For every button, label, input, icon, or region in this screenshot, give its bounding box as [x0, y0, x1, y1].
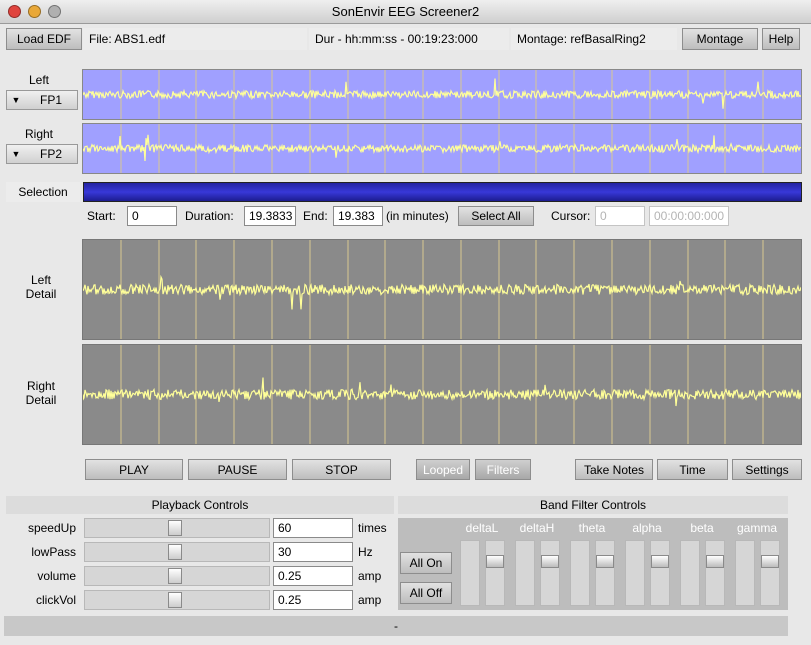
- band-slider-thumb-alpha[interactable]: [651, 555, 669, 568]
- take-notes-button[interactable]: Take Notes: [575, 459, 653, 480]
- right-detail-panel[interactable]: [82, 344, 802, 445]
- duration-display: Dur - hh:mm:ss - 00:19:23:000: [309, 28, 509, 50]
- slider-thumb-speedUp[interactable]: [168, 520, 182, 536]
- band-slider-thumb-theta[interactable]: [596, 555, 614, 568]
- montage-display: Montage: refBasalRing2: [511, 28, 677, 50]
- duration-input[interactable]: 19.3833: [244, 206, 296, 226]
- help-button[interactable]: Help: [762, 28, 800, 50]
- band-slider-thumb-deltaH[interactable]: [541, 555, 559, 568]
- left-detail-panel[interactable]: [82, 239, 802, 340]
- unit-label-clickVol: amp: [358, 593, 382, 607]
- value-input-clickVol[interactable]: 0.25: [273, 590, 353, 610]
- stop-button[interactable]: STOP: [292, 459, 391, 480]
- start-input[interactable]: 0: [127, 206, 177, 226]
- chevron-down-icon: ▼: [11, 95, 21, 105]
- load-edf-button[interactable]: Load EDF: [6, 28, 82, 50]
- all-off-button[interactable]: All Off: [400, 582, 452, 604]
- unit-label-speedUp: times: [358, 521, 387, 535]
- band-label-beta: beta: [690, 521, 714, 535]
- eeg-signal-trace: [83, 134, 801, 162]
- left-overview-panel[interactable]: [82, 69, 802, 120]
- band-label-alpha: alpha: [632, 521, 662, 535]
- units-label: (in minutes): [386, 209, 449, 223]
- montage-button[interactable]: Montage: [682, 28, 758, 50]
- selection-range-bar[interactable]: [83, 182, 802, 202]
- end-input[interactable]: 19.383: [333, 206, 383, 226]
- playback-controls-title: Playback Controls: [6, 496, 394, 514]
- value-input-lowPass[interactable]: 30: [273, 542, 353, 562]
- eeg-signal-trace: [83, 78, 801, 109]
- band-slider-high-theta[interactable]: [595, 540, 615, 606]
- band-slider-high-alpha[interactable]: [650, 540, 670, 606]
- slider-thumb-lowPass[interactable]: [168, 544, 182, 560]
- right-channel-value: FP2: [39, 147, 62, 161]
- left-channel-value: FP1: [39, 93, 62, 107]
- right-overview-panel[interactable]: [82, 123, 802, 174]
- end-label: End:: [303, 209, 328, 223]
- settings-button[interactable]: Settings: [732, 459, 802, 480]
- band-slider-thumb-gamma[interactable]: [761, 555, 779, 568]
- band-slider-low-deltaH[interactable]: [515, 540, 535, 606]
- unit-label-lowPass: Hz: [358, 545, 373, 559]
- start-label: Start:: [87, 209, 116, 223]
- band-label-deltaH: deltaH: [519, 521, 555, 535]
- playback-label-clickVol: clickVol: [8, 590, 80, 610]
- window-title: SonEnvir EEG Screener2: [331, 4, 480, 19]
- value-input-speedUp[interactable]: 60: [273, 518, 353, 538]
- value-input-volume[interactable]: 0.25: [273, 566, 353, 586]
- band-slider-low-alpha[interactable]: [625, 540, 645, 606]
- right-detail-label: Right Detail: [25, 379, 57, 407]
- duration-label: Duration:: [185, 209, 234, 223]
- cursor-input[interactable]: 0: [595, 206, 645, 226]
- pause-button[interactable]: PAUSE: [188, 459, 287, 480]
- time-button[interactable]: Time: [657, 459, 728, 480]
- left-detail-label: Left Detail: [25, 273, 57, 301]
- cursor-time-display: 00:00:00:000: [649, 206, 729, 226]
- file-display: File: ABS1.edf: [83, 28, 307, 50]
- looped-toggle[interactable]: Looped: [416, 459, 470, 480]
- band-slider-low-gamma[interactable]: [735, 540, 755, 606]
- band-slider-high-deltaL[interactable]: [485, 540, 505, 606]
- playback-label-volume: volume: [8, 566, 80, 586]
- eeg-signal-trace: [83, 274, 801, 310]
- selection-label: Selection: [6, 182, 80, 202]
- slider-thumb-clickVol[interactable]: [168, 592, 182, 608]
- band-slider-low-beta[interactable]: [680, 540, 700, 606]
- band-slider-thumb-deltaL[interactable]: [486, 555, 504, 568]
- slider-thumb-volume[interactable]: [168, 568, 182, 584]
- band-slider-high-beta[interactable]: [705, 540, 725, 606]
- band-slider-low-deltaL[interactable]: [460, 540, 480, 606]
- left-detail-waveform: [83, 240, 801, 339]
- playback-label-speedUp: speedUp: [8, 518, 80, 538]
- band-slider-high-gamma[interactable]: [760, 540, 780, 606]
- select-all-button[interactable]: Select All: [458, 206, 534, 226]
- all-on-button[interactable]: All On: [400, 552, 452, 574]
- play-button[interactable]: PLAY: [85, 459, 183, 480]
- band-slider-low-theta[interactable]: [570, 540, 590, 606]
- unit-label-volume: amp: [358, 569, 382, 583]
- band-slider-thumb-beta[interactable]: [706, 555, 724, 568]
- right-label: Right: [24, 127, 53, 141]
- right-overview-waveform: [83, 124, 801, 173]
- left-label: Left: [28, 73, 49, 87]
- eeg-signal-trace: [83, 377, 801, 407]
- band-filter-title: Band Filter Controls: [398, 496, 788, 514]
- chevron-down-icon: ▼: [11, 149, 21, 159]
- cursor-label: Cursor:: [551, 209, 591, 223]
- band-label-gamma: gamma: [736, 521, 777, 535]
- band-label-deltaL: deltaL: [465, 521, 499, 535]
- band-slider-high-deltaH[interactable]: [540, 540, 560, 606]
- playback-label-lowPass: lowPass: [8, 542, 80, 562]
- filters-toggle[interactable]: Filters: [475, 459, 531, 480]
- band-label-theta: theta: [578, 521, 606, 535]
- left-overview-waveform: [83, 70, 801, 119]
- status-bar: -: [4, 616, 788, 636]
- right-detail-waveform: [83, 345, 801, 444]
- left-channel-popup[interactable]: ▼ FP1: [6, 90, 78, 110]
- right-channel-popup[interactable]: ▼ FP2: [6, 144, 78, 164]
